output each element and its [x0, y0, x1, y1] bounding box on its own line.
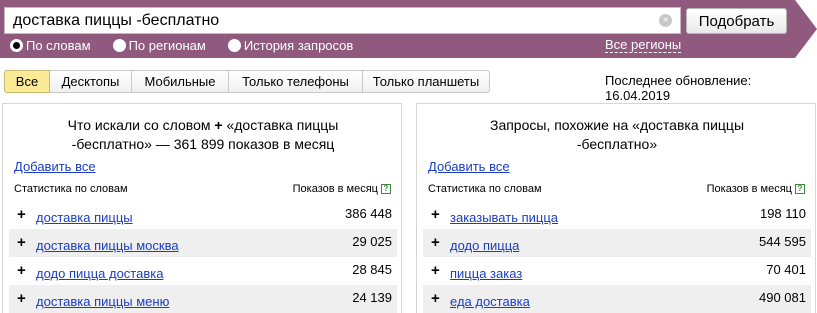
add-plus-icon[interactable]: + — [17, 290, 26, 307]
radio-icon — [112, 38, 126, 52]
phrase-link[interactable]: пицца заказ — [450, 266, 522, 281]
device-tabs: Все Десктопы Мобильные Только телефоны Т… — [4, 70, 490, 93]
tab-phones-only[interactable]: Только телефоны — [229, 70, 363, 93]
add-plus-icon[interactable]: + — [17, 206, 26, 223]
show-count: 544 595 — [759, 234, 806, 249]
add-all-link[interactable]: Добавить все — [14, 159, 96, 174]
show-count: 70 401 — [766, 262, 806, 277]
tab-desktops[interactable]: Десктопы — [50, 70, 132, 93]
tab-tablets-only[interactable]: Только планшеты — [363, 70, 490, 93]
title-text: -бесплатно» — [576, 136, 658, 152]
show-count: 24 139 — [352, 290, 392, 305]
show-count: 28 845 — [352, 262, 392, 277]
phrase-link[interactable]: заказывать пицца — [450, 210, 558, 225]
search-input[interactable] — [13, 11, 653, 31]
show-count: 386 448 — [345, 206, 392, 221]
title-text: Что искали со словом — [67, 117, 211, 133]
add-plus-icon[interactable]: + — [431, 206, 440, 223]
similar-queries-panel: Запросы, похожие на «доставка пиццы -бес… — [416, 103, 816, 313]
table-row: + доставка пиццы 386 448 — [9, 201, 397, 229]
phrase-link[interactable]: доставка пиццы — [36, 210, 133, 225]
table-row: + додо пицца доставка 28 845 — [9, 257, 397, 285]
show-count: 198 110 — [759, 206, 806, 221]
pick-button[interactable]: Подобрать — [686, 8, 787, 34]
tab-mobile[interactable]: Мобильные — [132, 70, 229, 93]
radio-icon — [227, 38, 241, 52]
last-update: Последнее обновление: 16.04.2019 — [605, 73, 752, 103]
title-text: -бесплатно» — 361 899 показов в месяц — [71, 136, 335, 152]
column-header-label: Показов в месяц — [706, 183, 792, 195]
mode-by-words-radio[interactable]: По словам — [10, 38, 91, 53]
add-plus-icon[interactable]: + — [431, 262, 440, 279]
help-icon[interactable]: ? — [795, 184, 805, 194]
radio-icon — [10, 38, 23, 52]
column-header-shows: Показов в месяц ? — [293, 183, 391, 195]
add-plus-icon[interactable]: + — [17, 262, 26, 279]
table-row: + додо пицца 544 595 — [423, 229, 811, 257]
mode-label: По словам — [26, 37, 91, 53]
tab-all[interactable]: Все — [4, 70, 50, 93]
add-plus-icon[interactable]: + — [431, 290, 440, 307]
search-mode-group: По словам По регионам История запросов — [10, 37, 375, 53]
add-plus-icon[interactable]: + — [17, 234, 26, 251]
mode-by-regions-radio[interactable]: По регионам — [112, 37, 206, 53]
clear-icon[interactable]: × — [659, 14, 672, 27]
similar-list: + заказывать пицца 198 110 + додо пицца … — [423, 201, 811, 313]
word-stats-panel: Что искали со словом + «доставка пиццы -… — [2, 103, 402, 313]
phrase-link[interactable]: еда доставка — [450, 294, 530, 309]
title-text: «доставка пиццы — [226, 117, 339, 133]
panel-title: Что искали со словом + «доставка пиццы -… — [13, 116, 393, 154]
plus-icon: + — [214, 117, 223, 133]
phrase-link[interactable]: доставка пиццы меню — [36, 294, 169, 309]
help-icon[interactable]: ? — [381, 184, 391, 194]
title-text: Запросы, похожие на «доставка пиццы — [489, 117, 745, 133]
search-header: × Подобрать По словам По регионам Истори… — [0, 0, 817, 58]
search-box[interactable]: × — [4, 7, 681, 34]
add-all-link[interactable]: Добавить все — [428, 159, 510, 174]
add-plus-icon[interactable]: + — [431, 234, 440, 251]
mode-label: По регионам — [128, 37, 206, 53]
mode-history-radio[interactable]: История запросов — [227, 37, 354, 53]
phrase-link[interactable]: додо пицца доставка — [36, 266, 163, 281]
column-header-shows: Показов в месяц ? — [707, 183, 805, 195]
all-regions-link[interactable]: Все регионы — [605, 37, 682, 53]
table-row: + пицца заказ 70 401 — [423, 257, 811, 285]
phrase-link[interactable]: додо пицца — [450, 238, 519, 253]
show-count: 29 025 — [352, 234, 392, 249]
show-count: 490 081 — [759, 290, 806, 305]
table-row: + доставка пиццы меню 24 139 — [9, 285, 397, 313]
table-row: + доставка пиццы москва 29 025 — [9, 229, 397, 257]
mode-label: История запросов — [243, 37, 354, 53]
column-header-words: Статистика по словам — [14, 183, 128, 195]
table-row: + еда доставка 490 081 — [423, 285, 811, 313]
phrase-link[interactable]: доставка пиццы москва — [36, 238, 179, 253]
table-row: + заказывать пицца 198 110 — [423, 201, 811, 229]
panel-title: Запросы, похожие на «доставка пиццы -бес… — [427, 116, 807, 154]
word-list: + доставка пиццы 386 448 + доставка пицц… — [9, 201, 397, 313]
column-header-words: Статистика по словам — [428, 183, 542, 195]
column-header-label: Показов в месяц — [292, 183, 378, 195]
